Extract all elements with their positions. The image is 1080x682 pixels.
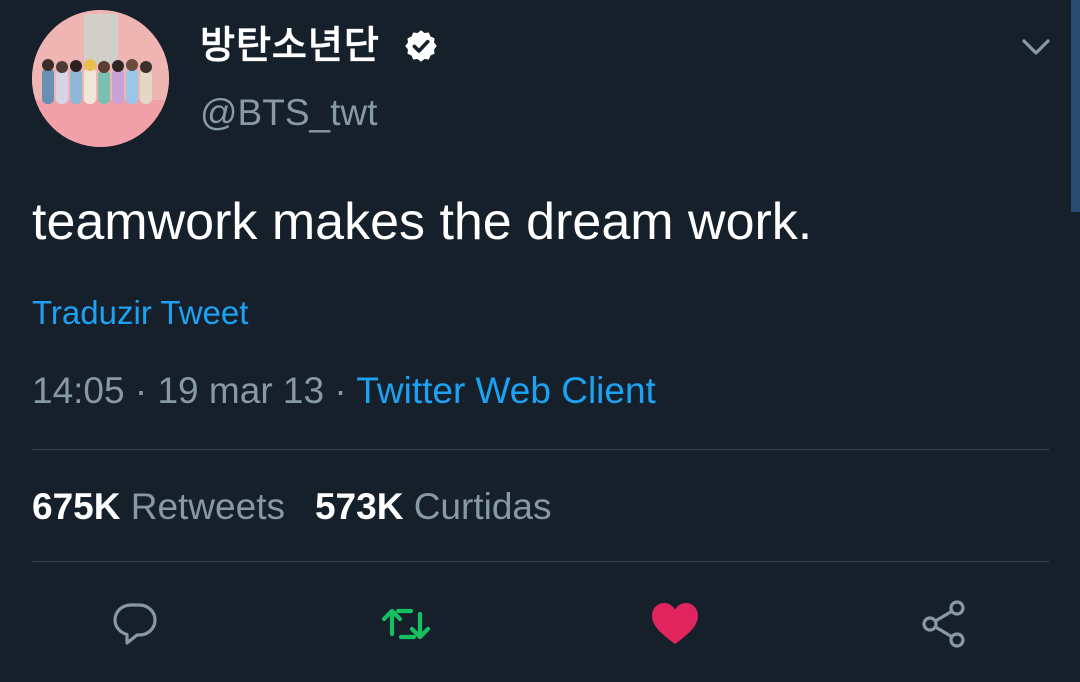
separator: · xyxy=(134,370,148,411)
translate-tweet-link[interactable]: Traduzir Tweet xyxy=(32,292,248,334)
retweets-count: 675K xyxy=(32,486,121,527)
display-name[interactable]: 방탄소년단 xyxy=(200,20,380,70)
retweets-stat[interactable]: 675K Retweets xyxy=(32,486,285,527)
share-icon xyxy=(922,600,965,648)
share-button[interactable] xyxy=(918,598,970,650)
chevron-down-icon[interactable] xyxy=(1020,36,1052,58)
retweet-button[interactable] xyxy=(380,598,432,650)
separator: · xyxy=(334,370,347,411)
like-button[interactable] xyxy=(649,598,701,650)
tweet-date: 19 mar 13 xyxy=(157,370,325,411)
avatar-image xyxy=(32,10,169,147)
tweet-text: teamwork makes the dream work. xyxy=(32,193,813,251)
heart-icon xyxy=(652,603,698,644)
tweet-metadata: 14:05 · 19 mar 13 · Twitter Web Client xyxy=(32,368,656,414)
reply-icon xyxy=(113,603,157,645)
likes-label: Curtidas xyxy=(413,486,552,527)
tweet-stats: 675K Retweets 573K Curtidas xyxy=(32,484,551,530)
reply-button[interactable] xyxy=(109,598,161,650)
scrollbar-thumb[interactable] xyxy=(1071,0,1080,212)
divider xyxy=(32,449,1049,450)
tweet-time: 14:05 xyxy=(32,370,125,411)
user-handle[interactable]: @BTS_twt xyxy=(200,90,377,136)
avatar[interactable] xyxy=(32,10,169,147)
likes-count: 573K xyxy=(314,486,404,527)
tweet-source-link[interactable]: Twitter Web Client xyxy=(356,370,656,411)
retweets-label: Retweets xyxy=(130,486,285,527)
divider xyxy=(32,561,1049,562)
verified-badge-icon xyxy=(403,28,439,64)
likes-stat[interactable]: 573K Curtidas xyxy=(315,486,552,527)
retweet-icon xyxy=(381,608,431,640)
